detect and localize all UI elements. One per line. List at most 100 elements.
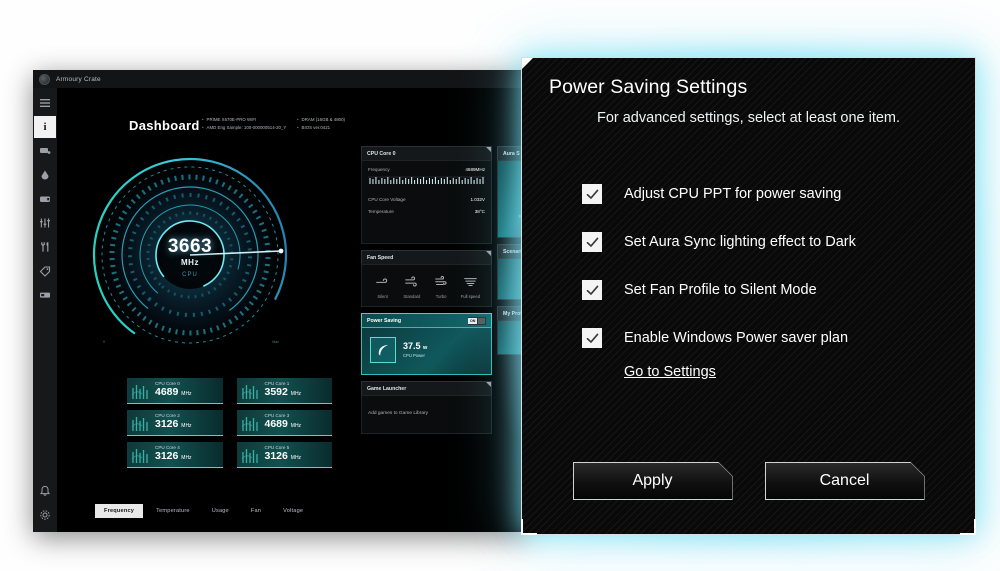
core-frequency: 3592 MHz xyxy=(264,386,302,399)
sidebar-item-tools[interactable] xyxy=(34,236,56,258)
armoury-crate-window: Armoury Crate i Dashboard • PRIME X670E-… xyxy=(33,70,528,532)
screenshot-root: Armoury Crate i Dashboard • PRIME X670E-… xyxy=(0,0,1000,571)
core-wave-icon xyxy=(131,448,148,463)
tab-temperature[interactable]: Temperature xyxy=(147,504,199,518)
device-icon xyxy=(40,148,51,154)
panel-game-launcher: Game Launcher Add games to Game Library xyxy=(361,381,492,434)
dashboard-header: Dashboard PRIME X670E-PRO WIFI AMD Eng S… xyxy=(57,88,528,133)
system-info-motherboard: PRIME X670E-PRO WIFI xyxy=(202,116,286,124)
sidebar-item-notifications[interactable] xyxy=(34,480,56,502)
core-wave-icon xyxy=(131,384,148,399)
dialog-title: Power Saving Settings xyxy=(549,76,748,98)
dashboard-tabs: Frequency Temperature Usage Fan Voltage xyxy=(95,504,312,518)
fan-mode-standard[interactable]: Standard xyxy=(399,274,425,299)
tab-usage[interactable]: Usage xyxy=(203,504,238,518)
core-frequency: 3126 MHz xyxy=(155,418,192,431)
dialog-button-row: Apply Cancel xyxy=(522,462,975,500)
tab-voltage[interactable]: Voltage xyxy=(274,504,312,518)
fan-mode-turbo[interactable]: Turbo xyxy=(428,274,454,299)
cancel-button[interactable]: Cancel xyxy=(765,462,925,500)
panel-body: Add games to Game Library xyxy=(361,395,492,434)
sidebar-item-tuning[interactable] xyxy=(34,212,56,234)
panel-body: Silent Standard Turbo Full speed xyxy=(361,264,492,307)
button-corner-triangle-icon xyxy=(719,463,732,476)
info-icon: i xyxy=(43,121,47,133)
panel-body: 37.5 w CPU Power xyxy=(361,327,492,375)
cpu-core-card[interactable]: CPU Core 0 4689 MHz xyxy=(127,378,223,404)
corner-accent-icon xyxy=(486,251,491,256)
page-title: Dashboard xyxy=(129,118,200,133)
power-saving-leaf-button[interactable] xyxy=(370,337,396,363)
check-icon xyxy=(586,285,598,295)
system-info-dram: DRAM (16GB & 4800) xyxy=(297,116,345,124)
panel-header: CPU Core 0 xyxy=(361,146,492,160)
dialog-subtitle: For advanced settings, select at least o… xyxy=(596,110,901,126)
apply-button[interactable]: Apply xyxy=(573,462,733,500)
armoury-crate-logo-icon xyxy=(39,73,50,85)
tab-frequency[interactable]: Frequency xyxy=(95,504,144,518)
metric-value: 4689MHz xyxy=(465,167,485,172)
cpu-core-card[interactable]: CPU Core 1 3592 MHz xyxy=(236,378,332,404)
check-icon xyxy=(586,189,598,199)
cpu-core-card[interactable]: CPU Core 4 3126 MHz xyxy=(127,442,223,468)
core-wave-icon xyxy=(241,448,258,463)
cpu-power-label: CPU Power xyxy=(403,352,425,358)
panel-fan-speed: Fan Speed Silent Standard Turbo Full spe… xyxy=(361,250,492,307)
fan-mode-silent[interactable]: Silent xyxy=(370,274,396,299)
panel-title: CPU Core 0 xyxy=(367,150,396,157)
corner-triangle-icon xyxy=(522,58,533,69)
options-list: Adjust CPU PPT for power saving Set Aura… xyxy=(582,170,951,381)
power-saving-toggle[interactable]: ON xyxy=(468,317,486,325)
metric-row-temperature: Temperature 38°C xyxy=(368,209,485,214)
option-row-adjust-cpu-ppt[interactable]: Adjust CPU PPT for power saving xyxy=(582,170,951,218)
checkbox-fan-silent-mode[interactable] xyxy=(582,280,602,300)
cpu-core-card[interactable]: CPU Core 3 4689 MHz xyxy=(236,410,332,436)
fan-mode-full-speed[interactable]: Full speed xyxy=(457,274,483,299)
checkbox-windows-power-saver[interactable] xyxy=(582,328,602,348)
cpu-core-card[interactable]: CPU Core 2 3126 MHz xyxy=(127,410,223,436)
gauge-unit: MHz xyxy=(181,258,199,267)
sidebar-item-settings[interactable] xyxy=(34,504,56,526)
fan-mode-label: Silent xyxy=(377,294,388,299)
cpu-core-card-grid: CPU Core 0 4689 MHz CPU Core 1 3592 MHz … xyxy=(127,378,332,468)
power-saving-content: 37.5 w CPU Power xyxy=(368,334,485,367)
fan-mode-label: Turbo xyxy=(435,294,447,299)
fan-full-speed-icon xyxy=(464,278,477,286)
core-text: CPU Core 3 4689 MHz xyxy=(265,413,302,431)
sidebar-item-aura-sync[interactable] xyxy=(34,164,56,186)
fan-turbo-icon xyxy=(434,276,447,285)
sidebar-item-device-settings[interactable] xyxy=(34,140,56,162)
sidebar-item-gamevisual[interactable] xyxy=(34,188,56,210)
apply-button-label: Apply xyxy=(632,472,673,489)
go-to-settings-link[interactable]: Go to Settings xyxy=(624,364,716,380)
toggle-state-label: ON xyxy=(468,318,478,324)
sidebar-item-featured[interactable] xyxy=(34,260,56,282)
checkbox-adjust-cpu-ppt[interactable] xyxy=(582,184,602,204)
option-label: Set Aura Sync lighting effect to Dark xyxy=(624,234,856,250)
core-text: CPU Core 0 4689 MHz xyxy=(155,381,192,399)
tag-icon xyxy=(39,266,51,277)
metric-label: Frequency xyxy=(368,167,390,172)
corner-accent-icon xyxy=(486,147,491,152)
option-row-fan-silent-mode[interactable]: Set Fan Profile to Silent Mode xyxy=(582,266,951,314)
sidebar-item-dashboard[interactable]: i xyxy=(34,116,56,138)
metric-value: 38°C xyxy=(474,209,485,214)
cpu-power-value: 37.5 w xyxy=(403,341,428,352)
cpu-core-card[interactable]: CPU Core 5 3126 MHz xyxy=(236,442,332,468)
option-row-aura-sync-dark[interactable]: Set Aura Sync lighting effect to Dark xyxy=(582,218,951,266)
corner-bracket-bottom-right-icon xyxy=(960,519,976,535)
panel-title: Game Launcher xyxy=(367,385,407,392)
tab-fan[interactable]: Fan xyxy=(242,504,270,518)
window-title: Armoury Crate xyxy=(56,75,101,83)
check-icon xyxy=(586,237,598,247)
checkbox-aura-sync-dark[interactable] xyxy=(582,232,602,252)
core-frequency: 3126 MHz xyxy=(155,450,192,463)
sidebar-item-menu[interactable] xyxy=(34,92,56,114)
sidebar-item-news[interactable] xyxy=(34,284,56,306)
core-text: CPU Core 5 3126 MHz xyxy=(265,445,302,463)
panel-title: Fan Speed xyxy=(367,254,394,261)
core-frequency: 3126 MHz xyxy=(264,450,302,463)
option-row-windows-power-saver[interactable]: Enable Windows Power saver plan xyxy=(582,314,951,362)
option-label: Adjust CPU PPT for power saving xyxy=(624,186,842,202)
core-text: CPU Core 1 3592 MHz xyxy=(265,381,302,399)
